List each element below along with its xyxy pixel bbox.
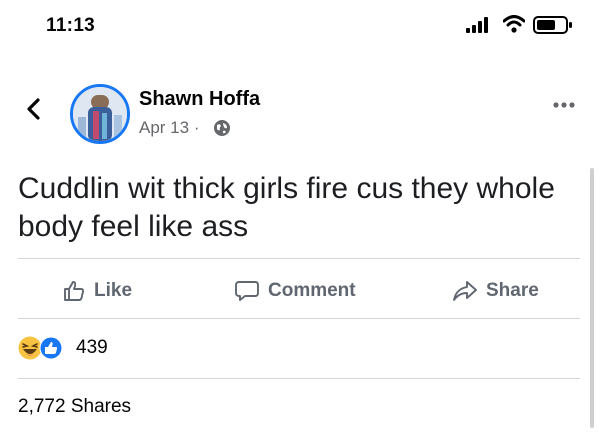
like-button[interactable]: Like <box>62 278 132 304</box>
haha-icon <box>18 336 42 360</box>
like-label: Like <box>94 280 133 301</box>
date-separator: · <box>193 118 200 137</box>
share-arrow-icon <box>453 281 477 301</box>
like-icon <box>39 336 63 360</box>
date-text: Apr 13 <box>139 118 190 137</box>
scrollbar[interactable] <box>590 168 594 428</box>
divider-top <box>18 258 580 259</box>
comment-label: Comment <box>268 280 356 301</box>
share-button[interactable]: Share <box>452 278 539 304</box>
post-date[interactable]: Apr 13 · <box>139 118 200 138</box>
divider-middle <box>18 318 580 319</box>
author-name[interactable]: Shawn Hoffa <box>139 88 260 111</box>
globe-icon <box>214 120 230 136</box>
shares-count[interactable]: 2,772 Shares <box>18 396 131 418</box>
status-time: 11:13 <box>46 15 96 36</box>
thumbs-up-icon <box>64 281 85 301</box>
comment-bubble-icon <box>235 281 259 301</box>
comment-button[interactable]: Comment <box>234 278 356 304</box>
reaction-count[interactable]: 439 <box>76 337 108 359</box>
battery-icon <box>533 16 572 34</box>
profile-photo <box>73 87 127 141</box>
wifi-icon <box>503 15 525 33</box>
signal-icon <box>466 17 488 33</box>
more-options-icon[interactable] <box>552 101 576 109</box>
divider-bottom <box>18 378 580 379</box>
post-text: Cuddlin wit thick girls fire cus they wh… <box>18 172 555 243</box>
share-label: Share <box>486 280 539 301</box>
back-arrow-icon[interactable] <box>26 98 42 120</box>
avatar[interactable] <box>70 84 130 144</box>
